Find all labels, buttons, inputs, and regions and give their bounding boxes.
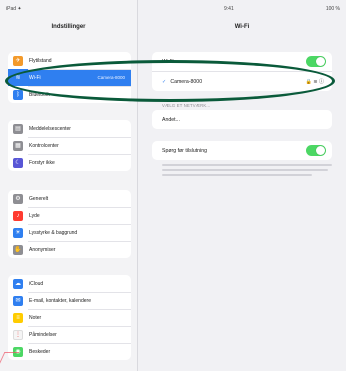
sidebar-item-messages[interactable]: ◉ Beskeder xyxy=(8,343,131,360)
sidebar-title: Indstillinger xyxy=(51,24,86,30)
sidebar-item-brightness[interactable]: ☀ Lysstyrke & baggrund xyxy=(8,224,131,241)
description-line xyxy=(162,174,312,176)
status-time: 9:41 xyxy=(224,6,234,12)
sidebar-item-notifications[interactable]: ▤ Meddelelsescenter xyxy=(8,120,131,137)
sidebar-item-label: Anonymiser xyxy=(29,246,56,253)
sidebar-item-control-center[interactable]: ▦ Kontrolcenter xyxy=(8,137,131,154)
sidebar-group-notifications: ▤ Meddelelsescenter ▦ Kontrolcenter ☾ Fo… xyxy=(8,120,131,171)
moon-icon: ☾ xyxy=(13,157,23,168)
wifi-detail-pane: 9:41 100 % Wi-Fi Wi-Fi ✓ Camera-8000 🔒 ≋… xyxy=(138,0,346,371)
sidebar-item-sounds[interactable]: ♪ Lyde xyxy=(8,207,131,224)
speaker-icon: ♪ xyxy=(13,210,23,221)
sidebar-item-label: Meddelelsescenter xyxy=(29,125,71,132)
sidebar-item-label: Forstyr ikke xyxy=(29,159,55,166)
ask-to-join-label: Spørg før tilslutning xyxy=(162,147,207,154)
settings-sidebar: iPad ✦ Indstillinger ✈ Flytilstand ≋ Wi-… xyxy=(0,0,138,371)
other-network-label: Andet... xyxy=(162,116,180,123)
ask-to-join-card: Spørg før tilslutning xyxy=(152,141,332,160)
sidebar-item-reminders[interactable]: ⋮ Påmindelser xyxy=(8,326,131,343)
sidebar-item-label: Lysstyrke & baggrund xyxy=(29,229,78,236)
ask-to-join-toggle[interactable] xyxy=(306,145,326,156)
reminders-icon: ⋮ xyxy=(13,329,23,340)
other-network-card: Andet... xyxy=(152,110,332,129)
page-title: Wi-Fi xyxy=(234,24,250,30)
status-battery: 100 % xyxy=(325,6,340,12)
choose-network-header: VÆLG ET NETVÆRK... xyxy=(162,103,211,108)
sidebar-item-label: Noter xyxy=(29,314,42,321)
description-line xyxy=(162,164,332,166)
sidebar-item-label: Flytilstand xyxy=(29,57,52,64)
sidebar-item-icloud[interactable]: ☁ iCloud xyxy=(8,275,131,292)
ipad-screen: iPad ✦ Indstillinger ✈ Flytilstand ≋ Wi-… xyxy=(0,0,346,371)
notifications-icon: ▤ xyxy=(13,123,23,134)
sidebar-item-do-not-disturb[interactable]: ☾ Forstyr ikke xyxy=(8,154,131,171)
gear-icon: ⚙ xyxy=(13,193,23,204)
airplane-icon: ✈ xyxy=(13,55,23,66)
control-center-icon: ▦ xyxy=(13,140,23,151)
cloud-icon: ☁ xyxy=(13,278,23,289)
sidebar-group-accounts: ☁ iCloud ✉ E-mail, kontakter, kalendere … xyxy=(8,275,131,360)
sidebar-item-general[interactable]: ⚙ Generelt xyxy=(8,190,131,207)
notes-icon: ≡ xyxy=(13,312,23,323)
other-network-row[interactable]: Andet... xyxy=(152,110,332,129)
privacy-icon: ✋ xyxy=(13,244,23,255)
ask-to-join-row: Spørg før tilslutning xyxy=(152,141,332,160)
sidebar-item-label: Beskeder xyxy=(29,348,51,355)
mail-icon: ✉ xyxy=(13,295,23,306)
sidebar-item-label: E-mail, kontakter, kalendere xyxy=(29,297,91,304)
wifi-toggle[interactable] xyxy=(306,56,326,67)
sidebar-item-label: Lyde xyxy=(29,212,40,219)
brightness-icon: ☀ xyxy=(13,227,23,238)
bluetooth-icon: ᛒ xyxy=(13,89,23,100)
sidebar-item-mail[interactable]: ✉ E-mail, kontakter, kalendere xyxy=(8,292,131,309)
highlight-ellipse xyxy=(5,60,335,102)
sidebar-item-label: iCloud xyxy=(29,280,44,287)
sidebar-item-notes[interactable]: ≡ Noter xyxy=(8,309,131,326)
status-carrier: iPad ✦ xyxy=(6,6,22,12)
description-line xyxy=(162,169,328,171)
sidebar-item-label: Generelt xyxy=(29,195,49,202)
sidebar-item-label: Påmindelser xyxy=(29,331,57,338)
sidebar-item-label: Kontrolcenter xyxy=(29,142,59,149)
sidebar-group-general: ⚙ Generelt ♪ Lyde ☀ Lysstyrke & baggrund… xyxy=(8,190,131,258)
sidebar-item-privacy[interactable]: ✋ Anonymiser xyxy=(8,241,131,258)
ask-to-join-description xyxy=(162,164,334,179)
